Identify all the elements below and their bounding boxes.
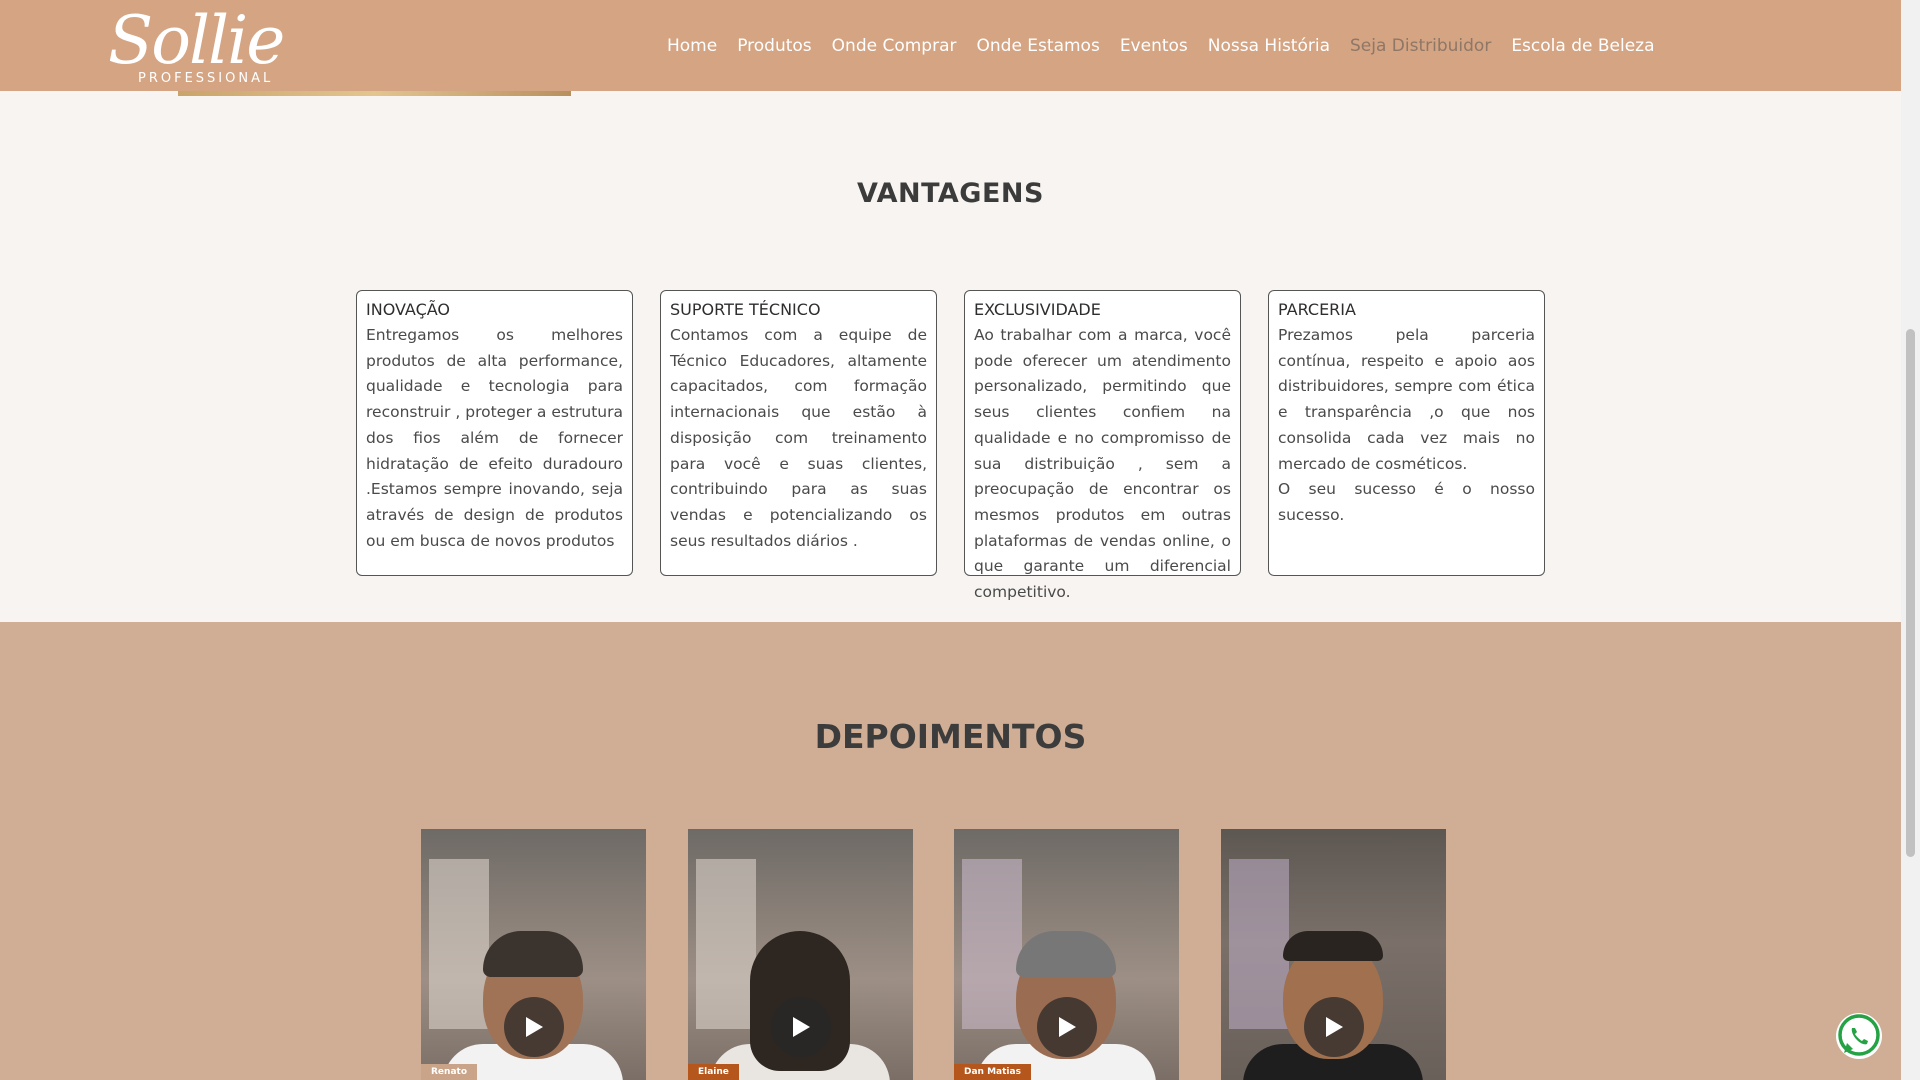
nav-eventos[interactable]: Eventos: [1120, 34, 1188, 58]
brand-logo[interactable]: Sollie PROFESSIONAL: [108, 2, 285, 88]
video-background-detail: [1229, 859, 1289, 1029]
card-paragraph: Ao trabalhar com a marca, você pode ofer…: [974, 326, 1231, 602]
card-title: PARCERIA: [1278, 300, 1356, 319]
video-testimonial[interactable]: Elaine: [688, 829, 913, 1080]
logo-subtitle: PROFESSIONAL: [138, 71, 274, 86]
video-name-tag: Dan Matias: [954, 1064, 1031, 1080]
card-text: Contamos com a equipe de Técnico Educado…: [670, 323, 927, 554]
card-paragraph: Entregamos os melhores produtos de alta …: [366, 326, 623, 550]
card-title: INOVAÇÃO: [366, 300, 451, 319]
page-scrollbar[interactable]: [1901, 0, 1920, 1080]
nav-nossa-historia[interactable]: Nossa História: [1208, 34, 1330, 58]
video-testimonial[interactable]: [1221, 829, 1446, 1080]
logo-wordmark: Sollie: [108, 2, 285, 79]
play-icon[interactable]: [1304, 997, 1364, 1057]
video-person-hair: [1283, 931, 1383, 961]
scrollbar-thumb[interactable]: [1906, 329, 1915, 857]
nav-home[interactable]: Home: [667, 34, 717, 58]
card-text: Prezamos pela parceria contínua, respeit…: [1278, 323, 1535, 529]
video-background-detail: [696, 859, 756, 1029]
card-inovacao: INOVAÇÃO Entregamos os melhores produtos…: [356, 290, 633, 576]
main-nav: Home Produtos Onde Comprar Onde Estamos …: [667, 34, 1675, 58]
nav-onde-comprar[interactable]: Onde Comprar: [832, 34, 957, 58]
video-name-tag: Elaine: [688, 1064, 739, 1080]
card-parceria: PARCERIA Prezamos pela parceria contínua…: [1268, 290, 1545, 576]
whatsapp-icon[interactable]: [1836, 1013, 1882, 1059]
card-suporte-tecnico: SUPORTE TÉCNICO Contamos com a equipe de…: [660, 290, 937, 576]
video-background-detail: [962, 859, 1022, 1029]
play-icon[interactable]: [1037, 997, 1097, 1057]
card-text: Ao trabalhar com a marca, você pode ofer…: [974, 323, 1231, 606]
card-exclusividade: EXCLUSIVIDADE Ao trabalhar com a marca, …: [964, 290, 1241, 601]
depoimentos-heading: DEPOIMENTOS: [814, 717, 1087, 756]
nav-produtos[interactable]: Produtos: [737, 34, 811, 58]
nav-seja-distribuidor[interactable]: Seja Distribuidor: [1350, 34, 1491, 58]
hero-image-edge: [178, 91, 571, 96]
video-testimonial[interactable]: Renato: [421, 829, 646, 1080]
card-title: SUPORTE TÉCNICO: [670, 300, 821, 319]
card-paragraph: Prezamos pela parceria contínua, respeit…: [1278, 326, 1535, 473]
card-text: Entregamos os melhores produtos de alta …: [366, 323, 623, 554]
depoimentos-section: DEPOIMENTOS Renato Elaine Dan Matias: [0, 622, 1901, 1080]
vantagens-heading: VANTAGENS: [857, 178, 1044, 209]
nav-onde-estamos[interactable]: Onde Estamos: [977, 34, 1100, 58]
card-paragraph: Contamos com a equipe de Técnico Educado…: [670, 326, 927, 550]
site-header: Sollie PROFESSIONAL Home Produtos Onde C…: [0, 0, 1901, 91]
video-background-detail: [429, 859, 489, 1029]
video-name-tag: Renato: [421, 1064, 477, 1080]
video-testimonial[interactable]: Dan Matias: [954, 829, 1179, 1080]
play-icon[interactable]: [504, 997, 564, 1057]
card-paragraph: O seu sucesso é o nosso sucesso.: [1278, 480, 1535, 524]
play-icon[interactable]: [771, 997, 831, 1057]
card-title: EXCLUSIVIDADE: [974, 300, 1101, 319]
nav-escola-de-beleza[interactable]: Escola de Beleza: [1511, 34, 1654, 58]
